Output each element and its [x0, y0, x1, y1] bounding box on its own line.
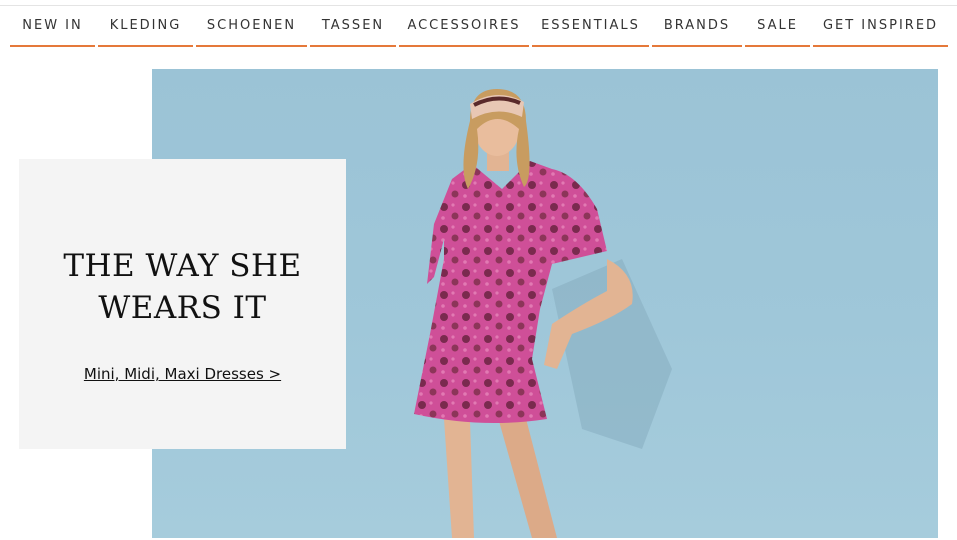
promo-card: THE WAY SHE WEARS IT Mini, Midi, Maxi Dr… — [19, 159, 346, 449]
nav-essentials[interactable]: ESSENTIALS — [532, 6, 649, 47]
nav-schoenen[interactable]: SCHOENEN — [196, 6, 307, 47]
main-navigation: NEW IN KLEDING SCHOENEN TASSEN ACCESSOIR… — [0, 6, 957, 48]
nav-brands[interactable]: BRANDS — [652, 6, 742, 47]
nav-accessoires[interactable]: ACCESSOIRES — [399, 6, 529, 47]
nav-get-inspired[interactable]: GET INSPIRED — [813, 6, 948, 47]
nav-tassen[interactable]: TASSEN — [310, 6, 396, 47]
nav-new-in[interactable]: NEW IN — [10, 6, 95, 47]
dresses-link[interactable]: Mini, Midi, Maxi Dresses > — [19, 365, 346, 383]
promo-headline: THE WAY SHE WEARS IT — [63, 248, 302, 326]
nav-sale[interactable]: SALE — [745, 6, 810, 47]
nav-kleding[interactable]: KLEDING — [98, 6, 193, 47]
